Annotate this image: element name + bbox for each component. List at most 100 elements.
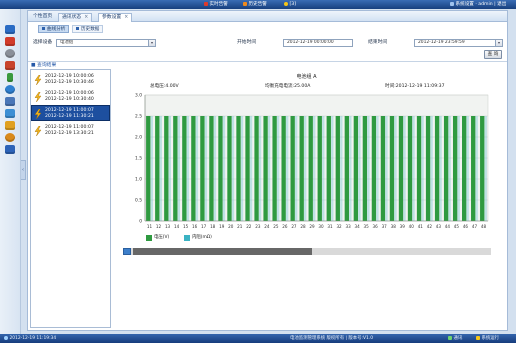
chevron-down-icon[interactable]: ▾ [148,40,155,46]
user-menu[interactable]: 系统设置 · admin | 退出 [450,0,506,9]
bar-resistance [276,116,280,221]
x-tick-label: 33 [345,224,351,229]
bar-resistance [150,116,153,221]
sidebar-collapse-handle[interactable]: ‹ [21,160,26,180]
x-tick-label: 37 [382,224,388,229]
x-tick-label: 36 [373,224,379,229]
device-select-value: 电池组 [60,40,74,45]
search-button[interactable]: 查 询 [484,50,502,59]
bar-resistance [439,116,442,221]
x-tick-label: 23 [255,224,261,229]
close-icon[interactable]: × [124,15,128,20]
bar-voltage [353,116,359,221]
list-item[interactable]: 2012-12-19 10:00:06 2012-12-19 10:30:40 [31,88,110,104]
help-icon[interactable] [5,145,15,154]
x-tick-label: 21 [237,224,243,229]
x-tick-label: 27 [291,224,297,229]
history-alarm-link[interactable]: 历史告警 [243,0,267,9]
bar-voltage [164,116,169,221]
bar-resistance [421,116,424,221]
bar-resistance [204,116,208,221]
x-tick-label: 22 [246,224,252,229]
start-time-input[interactable]: 2012-12-19 00:00:00 [283,39,353,47]
bar-voltage [245,116,250,221]
chart-icon[interactable] [5,97,15,106]
home-icon[interactable] [5,25,15,34]
user-icon[interactable] [5,85,15,94]
close-icon[interactable]: × [84,15,88,20]
x-tick-label: 44 [445,224,451,229]
list-item-selected[interactable]: 2012-12-19 11:00:07 2012-12-19 11:30:21 [31,105,110,121]
clock-icon[interactable] [5,49,15,58]
lightning-icon [34,92,42,102]
bar-voltage [200,116,205,221]
bar-resistance [358,116,361,221]
x-tick-label: 42 [427,224,433,229]
bar-voltage [236,116,241,221]
bar-voltage [299,116,304,221]
battery-icon[interactable] [7,73,13,82]
x-tick-label: 24 [264,224,270,229]
x-tick-label: 41 [418,224,424,229]
subtab-curve[interactable]: 曲线分析 [38,25,70,33]
device-icon[interactable] [5,61,15,70]
x-tick-label: 13 [165,224,171,229]
legend-swatch-resistance [184,235,190,241]
bar-resistance [376,116,379,221]
comm-icon [448,335,452,340]
list-item[interactable]: 2012-12-19 11:00:07 2012-12-19 13:30:21 [31,122,110,138]
x-tick-label: 48 [481,224,487,229]
chart-scrollbar[interactable] [123,248,491,255]
bar-voltage [155,116,160,221]
bar-resistance [249,116,253,221]
alarm-count-link[interactable]: [3] [284,0,296,9]
total-voltage: 总电压:4.00V [150,84,179,89]
bar-voltage [254,116,259,221]
report-icon[interactable] [5,109,15,118]
bar-resistance [412,116,415,221]
bar-resistance [367,116,370,221]
x-tick-label: 47 [472,224,478,229]
scroll-handle[interactable] [133,248,312,255]
realtime-alarm-label: 实时告警 [209,2,228,7]
x-tick-label: 40 [409,224,415,229]
bar-voltage [416,116,422,221]
bar-resistance [285,116,289,221]
bar-voltage [308,116,313,221]
status-time: 2012-12-19 11:19:34 [4,334,56,343]
x-tick-label: 43 [436,224,442,229]
tab-param-settings[interactable]: 参数设置 × [98,13,133,22]
x-tick-label: 46 [463,224,469,229]
x-tick-label: 35 [364,224,370,229]
list-item[interactable]: 2012-12-19 10:00:06 2012-12-19 10:30:46 [31,71,110,87]
status-comm: 通讯 [448,334,462,343]
device-select[interactable]: 电池组 ▾ [56,39,156,47]
scroll-left-arrow-icon[interactable] [123,248,131,255]
bar-voltage [227,116,232,221]
alarm-icon[interactable] [5,37,15,46]
settings-icon[interactable] [5,133,15,142]
end-time-input[interactable]: 2012-12-19 23:59:59 ▾ [414,39,503,47]
y-tick-label: 0 [139,219,142,225]
list-item-end: 2012-12-19 13:30:21 [45,131,94,136]
end-time-label: 结束时间 [368,40,388,45]
bar-voltage [344,116,349,221]
tool-icon[interactable] [5,121,15,130]
status-comm-label: 通讯 [453,336,463,341]
tab-param-settings-label: 参数设置 [102,15,122,20]
bar-resistance [267,116,271,221]
list-item-end: 2012-12-19 10:30:40 [45,97,94,102]
subtab-history[interactable]: 历史数据 [72,25,104,33]
y-tick-label: 3.0 [135,93,142,99]
end-time-value: 2012-12-19 23:59:59 [418,40,465,45]
bar-resistance [403,116,406,221]
x-tick-label: 20 [228,224,234,229]
realtime-alarm-link[interactable]: 实时告警 [204,0,228,9]
y-tick-label: 2.5 [135,114,142,120]
bar-resistance [295,116,298,221]
bar-voltage [362,116,368,221]
tab-home[interactable]: 个性首页 [30,13,55,22]
chevron-down-icon[interactable]: ▾ [495,40,502,46]
tab-comm-status[interactable]: 通讯状态 × [58,13,93,22]
x-tick-label: 16 [192,224,198,229]
